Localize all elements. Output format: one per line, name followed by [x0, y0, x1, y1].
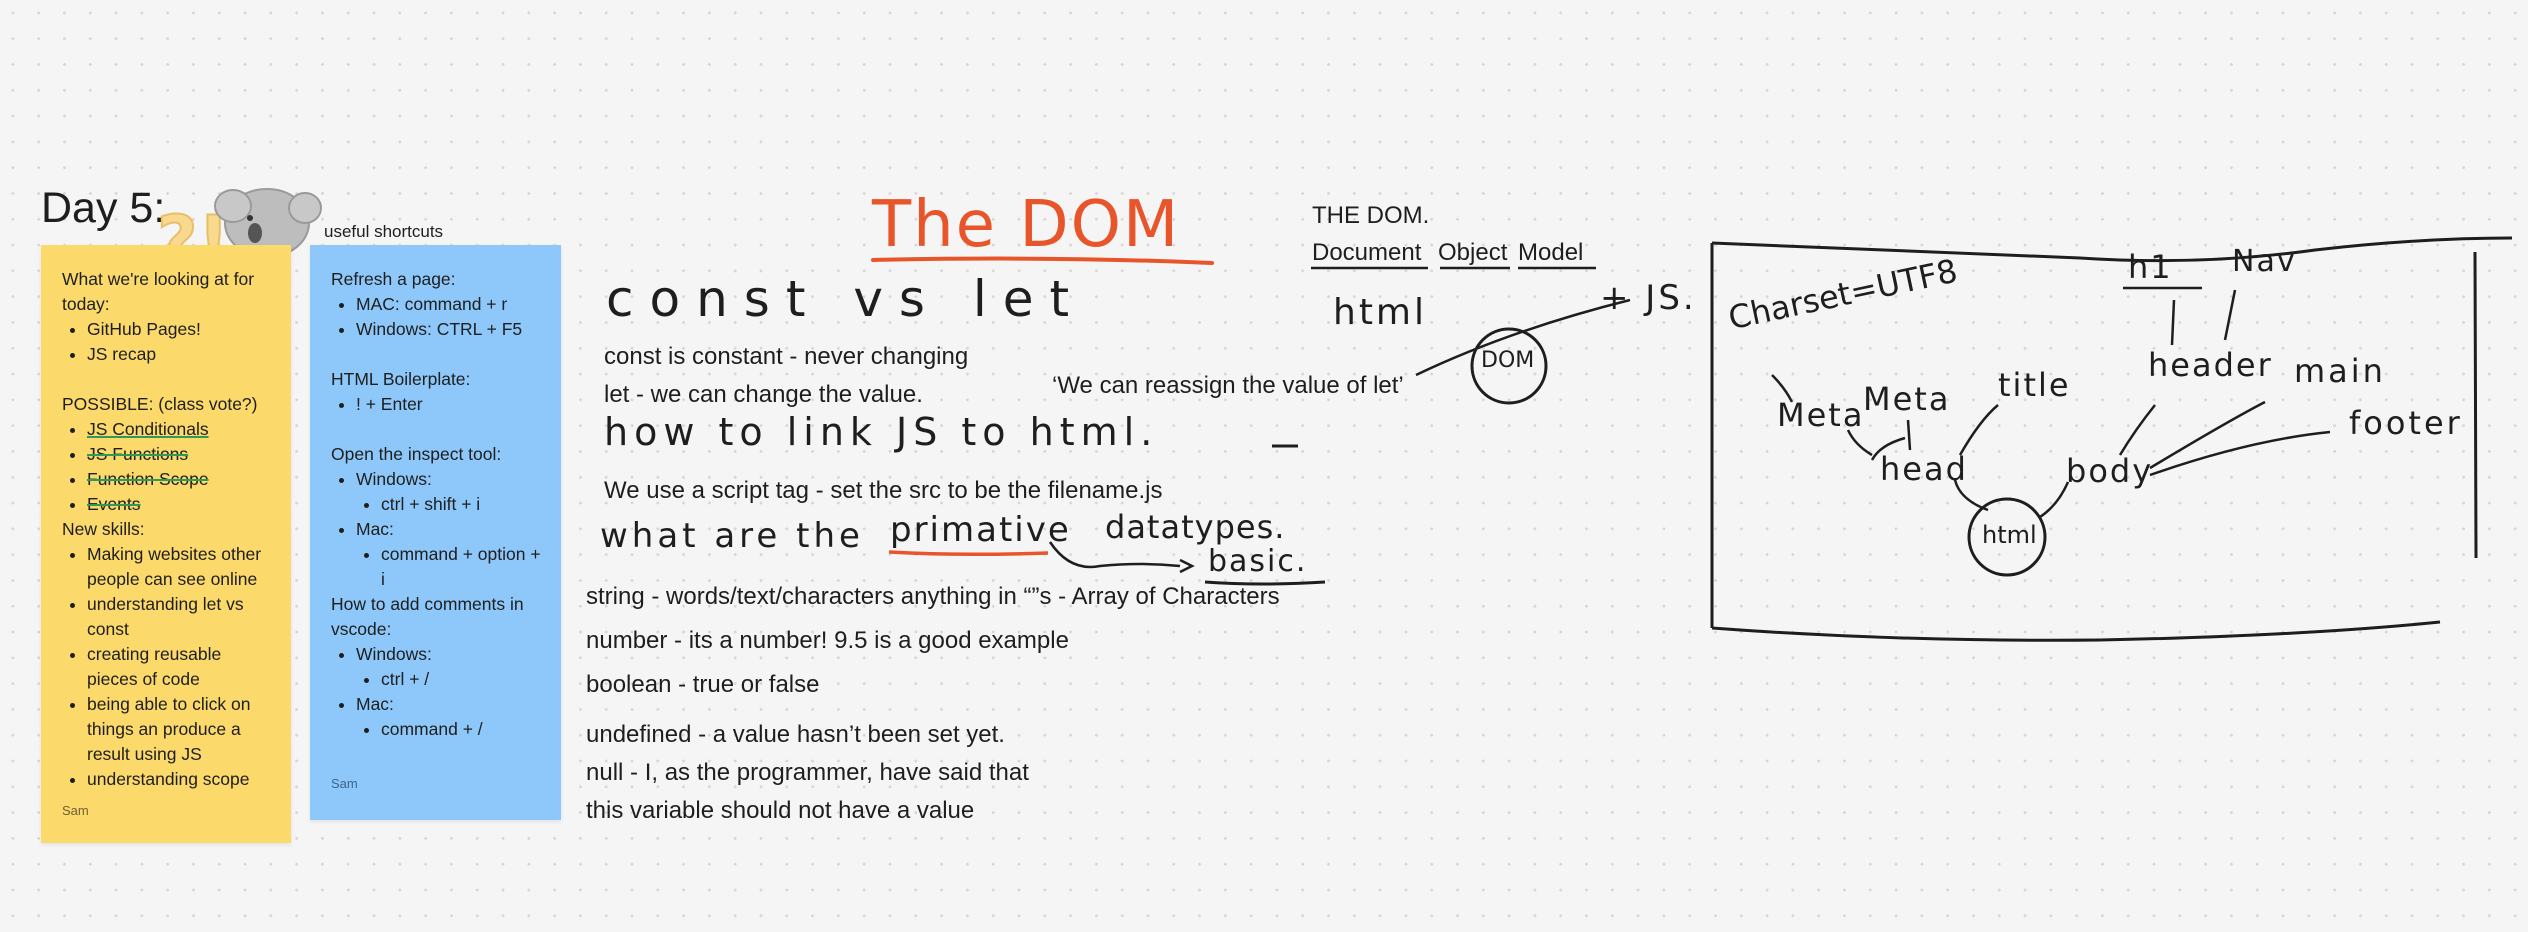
tree-label-nav: Nav	[2232, 244, 2297, 279]
number-line: number - its a number! 9.5 is a good exa…	[586, 627, 1069, 654]
handwriting-primitive-word: primative	[890, 510, 1071, 550]
acronym-word-document: Document	[1312, 239, 1422, 266]
tree-label-header: header	[2148, 346, 2273, 384]
handwriting-const-vs-let: const vs let	[606, 270, 1086, 328]
acronym-word-object: Object	[1438, 239, 1508, 266]
let-line: let - we can change the value.	[604, 381, 923, 408]
undefined-line: undefined - a value hasn’t been set yet.	[586, 721, 1005, 748]
tree-label-title: title	[1998, 366, 2071, 404]
sketch-html-label: html	[1333, 292, 1428, 333]
tree-label-head: head	[1880, 450, 1968, 488]
tree-label-meta: Meta	[1777, 396, 1865, 434]
tree-label-h1: h1	[2128, 248, 2173, 286]
acronym-word-model: Model	[1518, 239, 1584, 266]
handwriting-basic: basic.	[1208, 544, 1308, 579]
handwriting-primitive: what are the	[600, 516, 864, 556]
sketch-dom-circle-label: DOM	[1481, 348, 1535, 373]
null-line: null - I, as the programmer, have said t…	[586, 759, 1029, 786]
sketch-plus-js: + JS.	[1600, 278, 1697, 318]
const-line: const is constant - never changing	[604, 343, 969, 370]
reassign-quote: ‘We can reassign the value of let’	[1052, 372, 1404, 399]
boolean-line: boolean - true or false	[586, 671, 820, 698]
tree-label-footer: footer	[2349, 404, 2463, 442]
tree-label-body: body	[2066, 452, 2154, 490]
null-line-continued: this variable should not have a value	[586, 797, 975, 824]
tree-label-html: html	[1982, 521, 2037, 549]
handwriting-datatypes: datatypes.	[1105, 508, 1286, 546]
handwriting-link-js: how to link JS to html.	[604, 410, 1159, 454]
dom-title: The DOM	[872, 188, 1181, 262]
tree-label-main: main	[2294, 352, 2386, 390]
dom-acronym-title: THE DOM.	[1312, 202, 1430, 229]
tree-label-meta: Meta	[1863, 380, 1951, 418]
script-line: We use a script tag - set the src to be …	[604, 477, 1163, 504]
string-line: string - words/text/characters anything …	[586, 583, 1280, 610]
